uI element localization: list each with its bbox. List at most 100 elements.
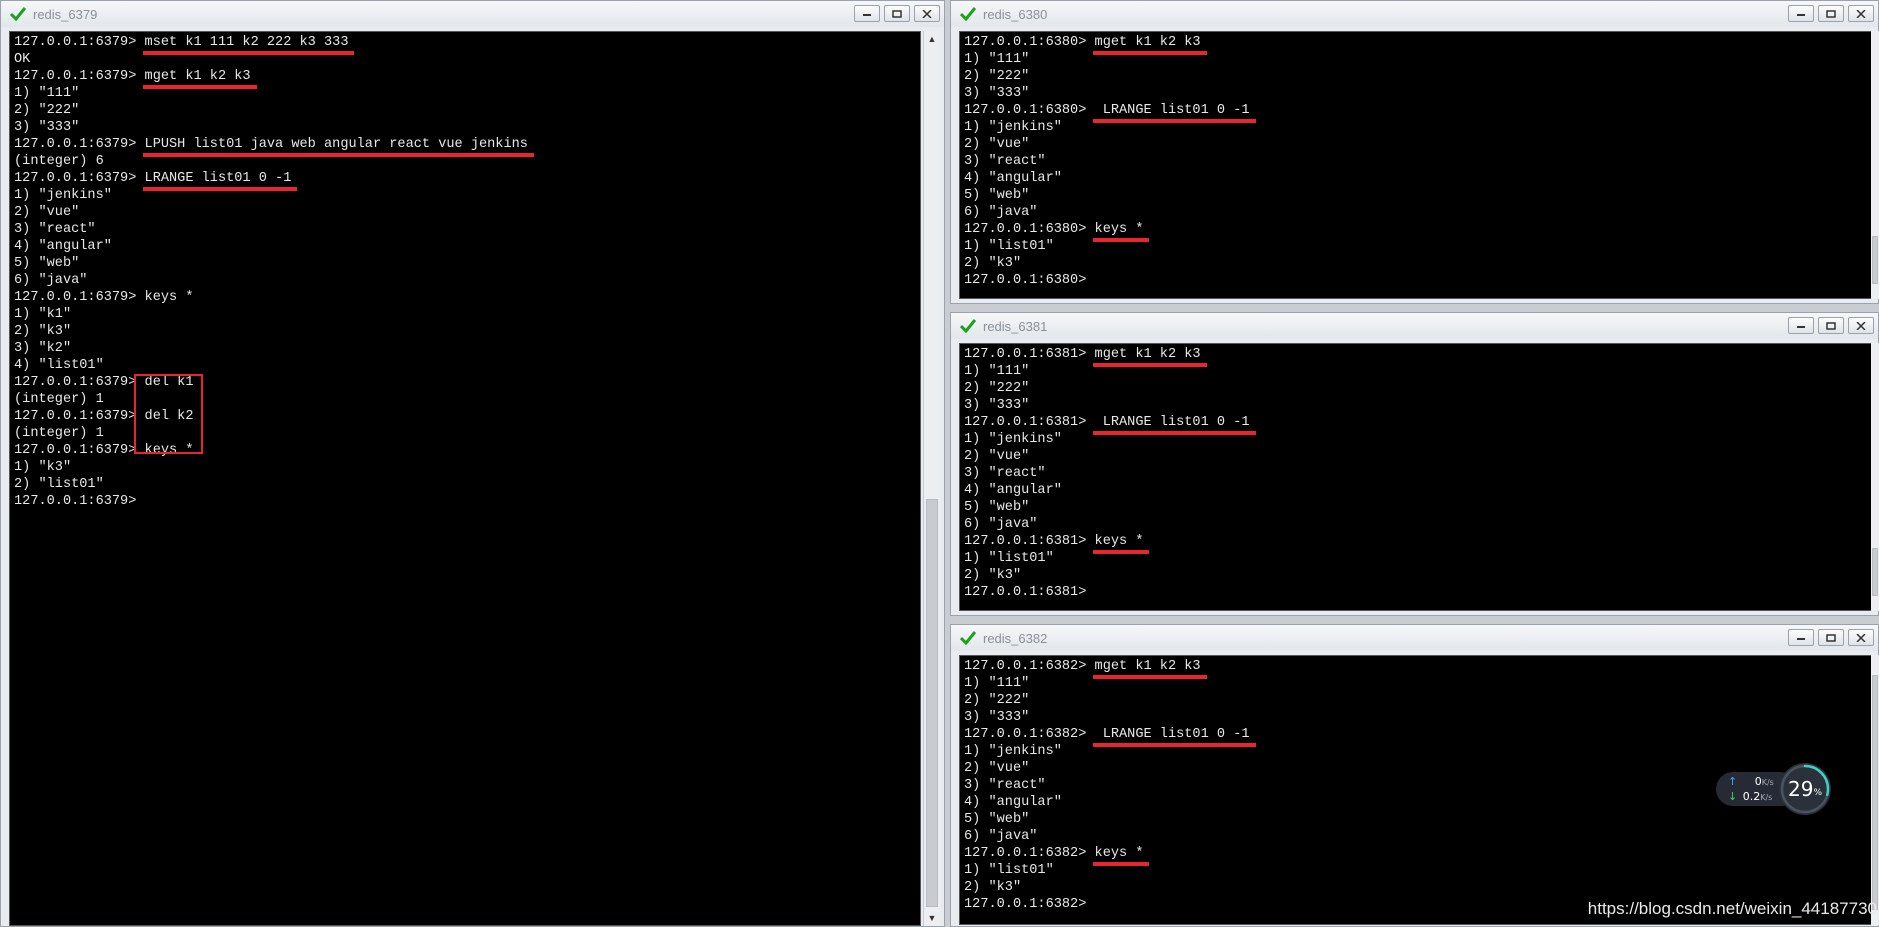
vertical-scrollbar[interactable]: [1871, 343, 1879, 611]
scroll-down-arrow-icon[interactable]: ▼: [924, 910, 940, 926]
terminal-output: 127.0.0.1:6380> mget k1 k2 k3 1) "111" 2) …: [964, 34, 1256, 289]
scroll-thumb[interactable]: [1872, 236, 1878, 284]
terminal-line: 4) "angular": [964, 795, 1062, 810]
window-title: redis_6379: [33, 6, 98, 22]
command: mset k1 111 k2 222 k3 333: [142, 35, 355, 55]
terminal-line: 3) "react": [14, 222, 96, 237]
command: mget k1 k2 k3: [142, 69, 257, 89]
close-button[interactable]: [914, 5, 940, 22]
window-redis-6381: redis_6381 127.0.0.1:6381> mget k1 k2 k3…: [950, 312, 1879, 616]
terminal-line: 2) "vue": [964, 449, 1030, 464]
prompt: 127.0.0.1:6379>: [14, 290, 145, 305]
prompt: 127.0.0.1:6382>: [964, 727, 1095, 742]
command: mget k1 k2 k3: [1092, 347, 1207, 367]
command: keys *: [1092, 534, 1150, 554]
close-button[interactable]: [1848, 5, 1874, 22]
window-title: redis_6380: [983, 6, 1048, 22]
close-button[interactable]: [1848, 317, 1874, 334]
titlebar[interactable]: redis_6380: [951, 1, 1878, 27]
prompt: 127.0.0.1:6382>: [964, 659, 1095, 674]
terminal-line: 127.0.0.1:6379> del k2: [14, 408, 528, 425]
maximize-button[interactable]: [1818, 317, 1844, 334]
command: keys *: [1092, 222, 1150, 242]
terminal-output: 127.0.0.1:6382> mget k1 k2 k3 1) "111" 2) …: [964, 658, 1256, 913]
maximize-button[interactable]: [1818, 5, 1844, 22]
terminal-line: 127.0.0.1:6379>: [14, 494, 137, 509]
terminal-line: 127.0.0.1:6381> LRANGE list01 0 -1: [964, 414, 1256, 435]
prompt: 127.0.0.1:6379>: [14, 409, 145, 424]
prompt: 127.0.0.1:6379>: [14, 375, 145, 390]
scroll-thumb[interactable]: [1872, 548, 1878, 596]
maximize-button[interactable]: [884, 5, 910, 22]
terminal-line: 6) "java": [964, 205, 1038, 220]
titlebar[interactable]: redis_6379: [1, 1, 944, 27]
prompt: 127.0.0.1:6379>: [14, 137, 145, 152]
cpu-value: 29: [1787, 777, 1814, 801]
upload-unit: K/s: [1761, 778, 1774, 787]
terminal-line: 4) "list01": [14, 358, 104, 373]
command: LRANGE list01 0 -1: [1092, 415, 1256, 435]
terminal-line: 127.0.0.1:6380>: [964, 273, 1087, 288]
terminal[interactable]: 127.0.0.1:6381> mget k1 k2 k3 1) "111" 2) …: [959, 343, 1877, 611]
terminal-line: 3) "333": [964, 86, 1030, 101]
vertical-scrollbar[interactable]: [1871, 31, 1879, 299]
terminal[interactable]: 127.0.0.1:6379> mset k1 111 k2 222 k3 33…: [9, 31, 921, 926]
terminal-line: 127.0.0.1:6382> keys *: [964, 845, 1250, 866]
command: keys *: [1092, 846, 1150, 866]
prompt: 127.0.0.1:6382>: [964, 846, 1095, 861]
terminal-line: 2) "k3": [14, 324, 72, 339]
terminal-line: 127.0.0.1:6380> keys *: [964, 221, 1250, 242]
minimize-button[interactable]: [1788, 5, 1814, 22]
window-redis-6379: redis_6379 127.0.0.1:6379> mset k1 111 k…: [0, 0, 945, 927]
terminal-line: 2) "k3": [964, 256, 1022, 271]
command: mget k1 k2 k3: [1092, 659, 1207, 679]
terminal-line: 4) "angular": [14, 239, 112, 254]
terminal-line: 127.0.0.1:6381> keys *: [964, 533, 1250, 554]
upload-speed: ↑ 0K/s: [1728, 775, 1774, 788]
download-arrow-icon: ↓: [1728, 790, 1738, 803]
minimize-button[interactable]: [1788, 629, 1814, 646]
vertical-scrollbar[interactable]: ▲ ▼: [923, 31, 940, 926]
highlight-box: [134, 374, 203, 454]
titlebar[interactable]: redis_6381: [951, 313, 1878, 339]
terminal[interactable]: 127.0.0.1:6380> mget k1 k2 k3 1) "111" 2) …: [959, 31, 1877, 299]
prompt: 127.0.0.1:6379>: [14, 69, 145, 84]
minimize-button[interactable]: [854, 5, 880, 22]
network-monitor-widget[interactable]: ↑ 0K/s ↓ 0.2K/s 29%: [1716, 762, 1831, 815]
terminal-line: 3) "333": [964, 710, 1030, 725]
terminal-line: 127.0.0.1:6382> LRANGE list01 0 -1: [964, 726, 1256, 747]
terminal-line: 127.0.0.1:6379> LPUSH list01 java web an…: [14, 136, 535, 157]
cpu-unit: %: [1813, 788, 1822, 798]
command: LPUSH list01 java web angular react vue …: [142, 137, 535, 157]
prompt: 127.0.0.1:6379>: [14, 171, 145, 186]
check-icon: [959, 5, 977, 23]
vertical-scrollbar[interactable]: [1871, 655, 1879, 925]
terminal-line: 3) "react": [964, 154, 1046, 169]
titlebar[interactable]: redis_6382: [951, 625, 1878, 651]
prompt: 127.0.0.1:6381>: [964, 415, 1095, 430]
maximize-button[interactable]: [1818, 629, 1844, 646]
terminal-line: 127.0.0.1:6380> LRANGE list01 0 -1: [964, 102, 1256, 123]
terminal-line: 5) "web": [964, 500, 1030, 515]
terminal-line: 2) "vue": [964, 761, 1030, 776]
scroll-up-arrow-icon[interactable]: ▲: [924, 31, 940, 47]
minimize-button[interactable]: [1788, 317, 1814, 334]
terminal-line: 3) "333": [964, 398, 1030, 413]
scroll-thumb[interactable]: [926, 499, 938, 907]
prompt: 127.0.0.1:6381>: [964, 534, 1095, 549]
download-unit: K/s: [1760, 793, 1773, 802]
scroll-thumb[interactable]: [1872, 675, 1878, 910]
command: LRANGE list01 0 -1: [1092, 103, 1256, 123]
terminal-line: 3) "k2": [14, 341, 72, 356]
close-button[interactable]: [1848, 629, 1874, 646]
command: LRANGE list01 0 -1: [142, 171, 298, 191]
terminal-line: 1) "k3": [14, 460, 72, 475]
terminal-line: 1) "k1": [14, 307, 72, 322]
terminal-output: 127.0.0.1:6379> mset k1 111 k2 222 k3 33…: [14, 34, 535, 510]
terminal-line: 6) "java": [14, 273, 88, 288]
terminal-line: 2) "vue": [14, 205, 80, 220]
watermark-url: https://blog.csdn.net/weixin_44187730: [1587, 899, 1877, 918]
terminal-line: 2) "222": [964, 693, 1030, 708]
check-icon: [9, 5, 27, 23]
terminal-line: 127.0.0.1:6379> del k1: [14, 374, 528, 391]
